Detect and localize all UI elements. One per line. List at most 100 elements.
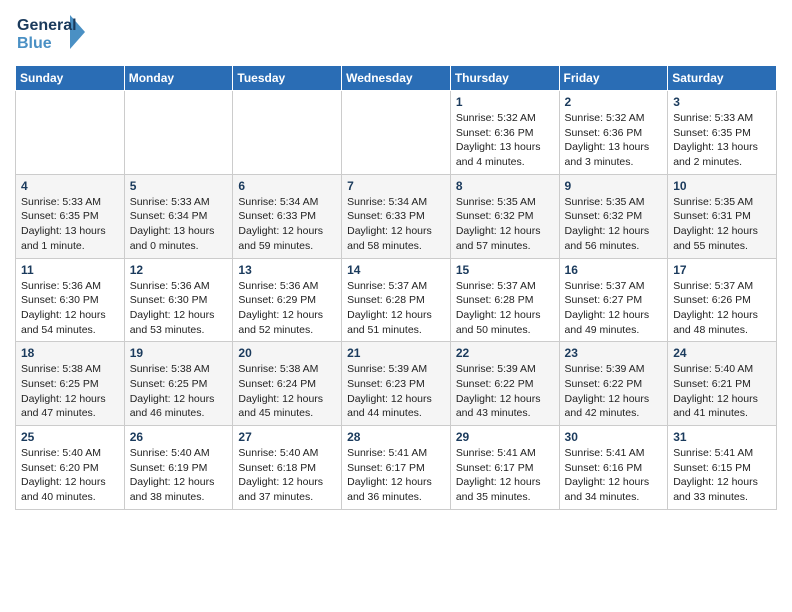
calendar-day-cell: 7 Sunrise: 5:34 AMSunset: 6:33 PMDaylight… [342, 174, 451, 258]
calendar-day-cell: 4 Sunrise: 5:33 AMSunset: 6:35 PMDaylight… [16, 174, 125, 258]
calendar-day-cell: 5Sunrise: 5:33 AMSunset: 6:34 PMDaylight… [124, 174, 233, 258]
calendar-day-cell: 10Sunrise: 5:35 AMSunset: 6:31 PMDayligh… [668, 174, 777, 258]
logo: GeneralBlue [15, 10, 95, 55]
day-number: 7 [347, 179, 445, 193]
calendar-day-cell: 30 Sunrise: 5:41 AMSunset: 6:16 PMDayligh… [559, 426, 668, 510]
day-header-sunday: Sunday [16, 66, 125, 91]
calendar-day-cell: 12 Sunrise: 5:36 AMSunset: 6:30 PMDayligh… [124, 258, 233, 342]
day-number: 13 [238, 263, 336, 277]
day-info: Sunrise: 5:37 AMSunset: 6:27 PMDaylight:… [565, 279, 663, 338]
day-info: Sunrise: 5:40 AMSunset: 6:20 PMDaylight:… [21, 446, 119, 505]
day-number: 10 [673, 179, 771, 193]
day-info: Sunrise: 5:33 AMSunset: 6:35 PMDaylight:… [673, 111, 771, 170]
calendar-day-cell: 8 Sunrise: 5:35 AMSunset: 6:32 PMDaylight… [450, 174, 559, 258]
day-info: Sunrise: 5:41 AMSunset: 6:17 PMDaylight:… [347, 446, 445, 505]
day-info: Sunrise: 5:36 AMSunset: 6:29 PMDaylight:… [238, 279, 336, 338]
calendar-day-cell: 21 Sunrise: 5:39 AMSunset: 6:23 PMDayligh… [342, 342, 451, 426]
day-number: 24 [673, 346, 771, 360]
day-number: 14 [347, 263, 445, 277]
calendar-day-cell: 1 Sunrise: 5:32 AMSunset: 6:36 PMDaylight… [450, 91, 559, 175]
calendar-day-cell: 26 Sunrise: 5:40 AMSunset: 6:19 PMDayligh… [124, 426, 233, 510]
day-number: 23 [565, 346, 663, 360]
day-number: 2 [565, 95, 663, 109]
calendar-day-cell: 31 Sunrise: 5:41 AMSunset: 6:15 PMDayligh… [668, 426, 777, 510]
day-header-friday: Friday [559, 66, 668, 91]
day-info: Sunrise: 5:39 AMSunset: 6:23 PMDaylight:… [347, 362, 445, 421]
calendar-day-cell: 19 Sunrise: 5:38 AMSunset: 6:25 PMDayligh… [124, 342, 233, 426]
day-info: Sunrise: 5:36 AMSunset: 6:30 PMDaylight:… [21, 279, 119, 338]
calendar-week-row: 1 Sunrise: 5:32 AMSunset: 6:36 PMDaylight… [16, 91, 777, 175]
day-info: Sunrise: 5:38 AMSunset: 6:24 PMDaylight:… [238, 362, 336, 421]
calendar-day-cell: 22Sunrise: 5:39 AMSunset: 6:22 PMDayligh… [450, 342, 559, 426]
calendar: SundayMondayTuesdayWednesdayThursdayFrid… [15, 65, 777, 510]
day-info: Sunrise: 5:40 AMSunset: 6:18 PMDaylight:… [238, 446, 336, 505]
day-info: Sunrise: 5:41 AMSunset: 6:15 PMDaylight:… [673, 446, 771, 505]
day-info: Sunrise: 5:35 AMSunset: 6:32 PMDaylight:… [565, 195, 663, 254]
day-number: 8 [456, 179, 554, 193]
day-info: Sunrise: 5:33 AMSunset: 6:34 PMDaylight:… [130, 195, 228, 254]
svg-text:General: General [17, 17, 77, 34]
day-number: 3 [673, 95, 771, 109]
page-header: GeneralBlue [15, 10, 777, 55]
calendar-day-cell: 2 Sunrise: 5:32 AMSunset: 6:36 PMDaylight… [559, 91, 668, 175]
day-number: 28 [347, 430, 445, 444]
day-info: Sunrise: 5:37 AMSunset: 6:26 PMDaylight:… [673, 279, 771, 338]
day-info: Sunrise: 5:38 AMSunset: 6:25 PMDaylight:… [21, 362, 119, 421]
day-number: 31 [673, 430, 771, 444]
day-info: Sunrise: 5:39 AMSunset: 6:22 PMDaylight:… [565, 362, 663, 421]
calendar-day-cell: 29Sunrise: 5:41 AMSunset: 6:17 PMDayligh… [450, 426, 559, 510]
day-header-monday: Monday [124, 66, 233, 91]
calendar-day-cell: 25Sunrise: 5:40 AMSunset: 6:20 PMDayligh… [16, 426, 125, 510]
day-info: Sunrise: 5:40 AMSunset: 6:21 PMDaylight:… [673, 362, 771, 421]
day-number: 15 [456, 263, 554, 277]
calendar-day-cell: 9 Sunrise: 5:35 AMSunset: 6:32 PMDaylight… [559, 174, 668, 258]
logo-svg: GeneralBlue [15, 10, 95, 55]
calendar-empty-cell [342, 91, 451, 175]
calendar-day-cell: 16Sunrise: 5:37 AMSunset: 6:27 PMDayligh… [559, 258, 668, 342]
day-info: Sunrise: 5:35 AMSunset: 6:32 PMDaylight:… [456, 195, 554, 254]
day-info: Sunrise: 5:34 AMSunset: 6:33 PMDaylight:… [347, 195, 445, 254]
calendar-day-cell: 6 Sunrise: 5:34 AMSunset: 6:33 PMDaylight… [233, 174, 342, 258]
day-number: 9 [565, 179, 663, 193]
calendar-day-cell: 20 Sunrise: 5:38 AMSunset: 6:24 PMDayligh… [233, 342, 342, 426]
day-number: 19 [130, 346, 228, 360]
day-number: 30 [565, 430, 663, 444]
calendar-day-cell: 18 Sunrise: 5:38 AMSunset: 6:25 PMDayligh… [16, 342, 125, 426]
calendar-day-cell: 23 Sunrise: 5:39 AMSunset: 6:22 PMDayligh… [559, 342, 668, 426]
calendar-empty-cell [16, 91, 125, 175]
day-info: Sunrise: 5:39 AMSunset: 6:22 PMDaylight:… [456, 362, 554, 421]
calendar-day-cell: 28 Sunrise: 5:41 AMSunset: 6:17 PMDayligh… [342, 426, 451, 510]
calendar-day-cell: 14 Sunrise: 5:37 AMSunset: 6:28 PMDayligh… [342, 258, 451, 342]
day-number: 12 [130, 263, 228, 277]
day-info: Sunrise: 5:41 AMSunset: 6:16 PMDaylight:… [565, 446, 663, 505]
day-number: 1 [456, 95, 554, 109]
day-number: 18 [21, 346, 119, 360]
calendar-day-cell: 11 Sunrise: 5:36 AMSunset: 6:30 PMDayligh… [16, 258, 125, 342]
calendar-week-row: 25Sunrise: 5:40 AMSunset: 6:20 PMDayligh… [16, 426, 777, 510]
day-number: 20 [238, 346, 336, 360]
day-info: Sunrise: 5:40 AMSunset: 6:19 PMDaylight:… [130, 446, 228, 505]
calendar-day-cell: 17 Sunrise: 5:37 AMSunset: 6:26 PMDayligh… [668, 258, 777, 342]
day-number: 4 [21, 179, 119, 193]
calendar-day-cell: 3 Sunrise: 5:33 AMSunset: 6:35 PMDaylight… [668, 91, 777, 175]
calendar-day-cell: 24 Sunrise: 5:40 AMSunset: 6:21 PMDayligh… [668, 342, 777, 426]
day-number: 26 [130, 430, 228, 444]
day-info: Sunrise: 5:32 AMSunset: 6:36 PMDaylight:… [565, 111, 663, 170]
calendar-day-cell: 13 Sunrise: 5:36 AMSunset: 6:29 PMDayligh… [233, 258, 342, 342]
day-number: 17 [673, 263, 771, 277]
day-info: Sunrise: 5:38 AMSunset: 6:25 PMDaylight:… [130, 362, 228, 421]
day-info: Sunrise: 5:36 AMSunset: 6:30 PMDaylight:… [130, 279, 228, 338]
day-info: Sunrise: 5:37 AMSunset: 6:28 PMDaylight:… [456, 279, 554, 338]
calendar-week-row: 18 Sunrise: 5:38 AMSunset: 6:25 PMDayligh… [16, 342, 777, 426]
day-number: 21 [347, 346, 445, 360]
day-info: Sunrise: 5:37 AMSunset: 6:28 PMDaylight:… [347, 279, 445, 338]
calendar-header-row: SundayMondayTuesdayWednesdayThursdayFrid… [16, 66, 777, 91]
day-info: Sunrise: 5:32 AMSunset: 6:36 PMDaylight:… [456, 111, 554, 170]
day-number: 11 [21, 263, 119, 277]
day-info: Sunrise: 5:34 AMSunset: 6:33 PMDaylight:… [238, 195, 336, 254]
day-info: Sunrise: 5:33 AMSunset: 6:35 PMDaylight:… [21, 195, 119, 254]
day-number: 6 [238, 179, 336, 193]
day-header-saturday: Saturday [668, 66, 777, 91]
day-header-tuesday: Tuesday [233, 66, 342, 91]
calendar-week-row: 4 Sunrise: 5:33 AMSunset: 6:35 PMDaylight… [16, 174, 777, 258]
